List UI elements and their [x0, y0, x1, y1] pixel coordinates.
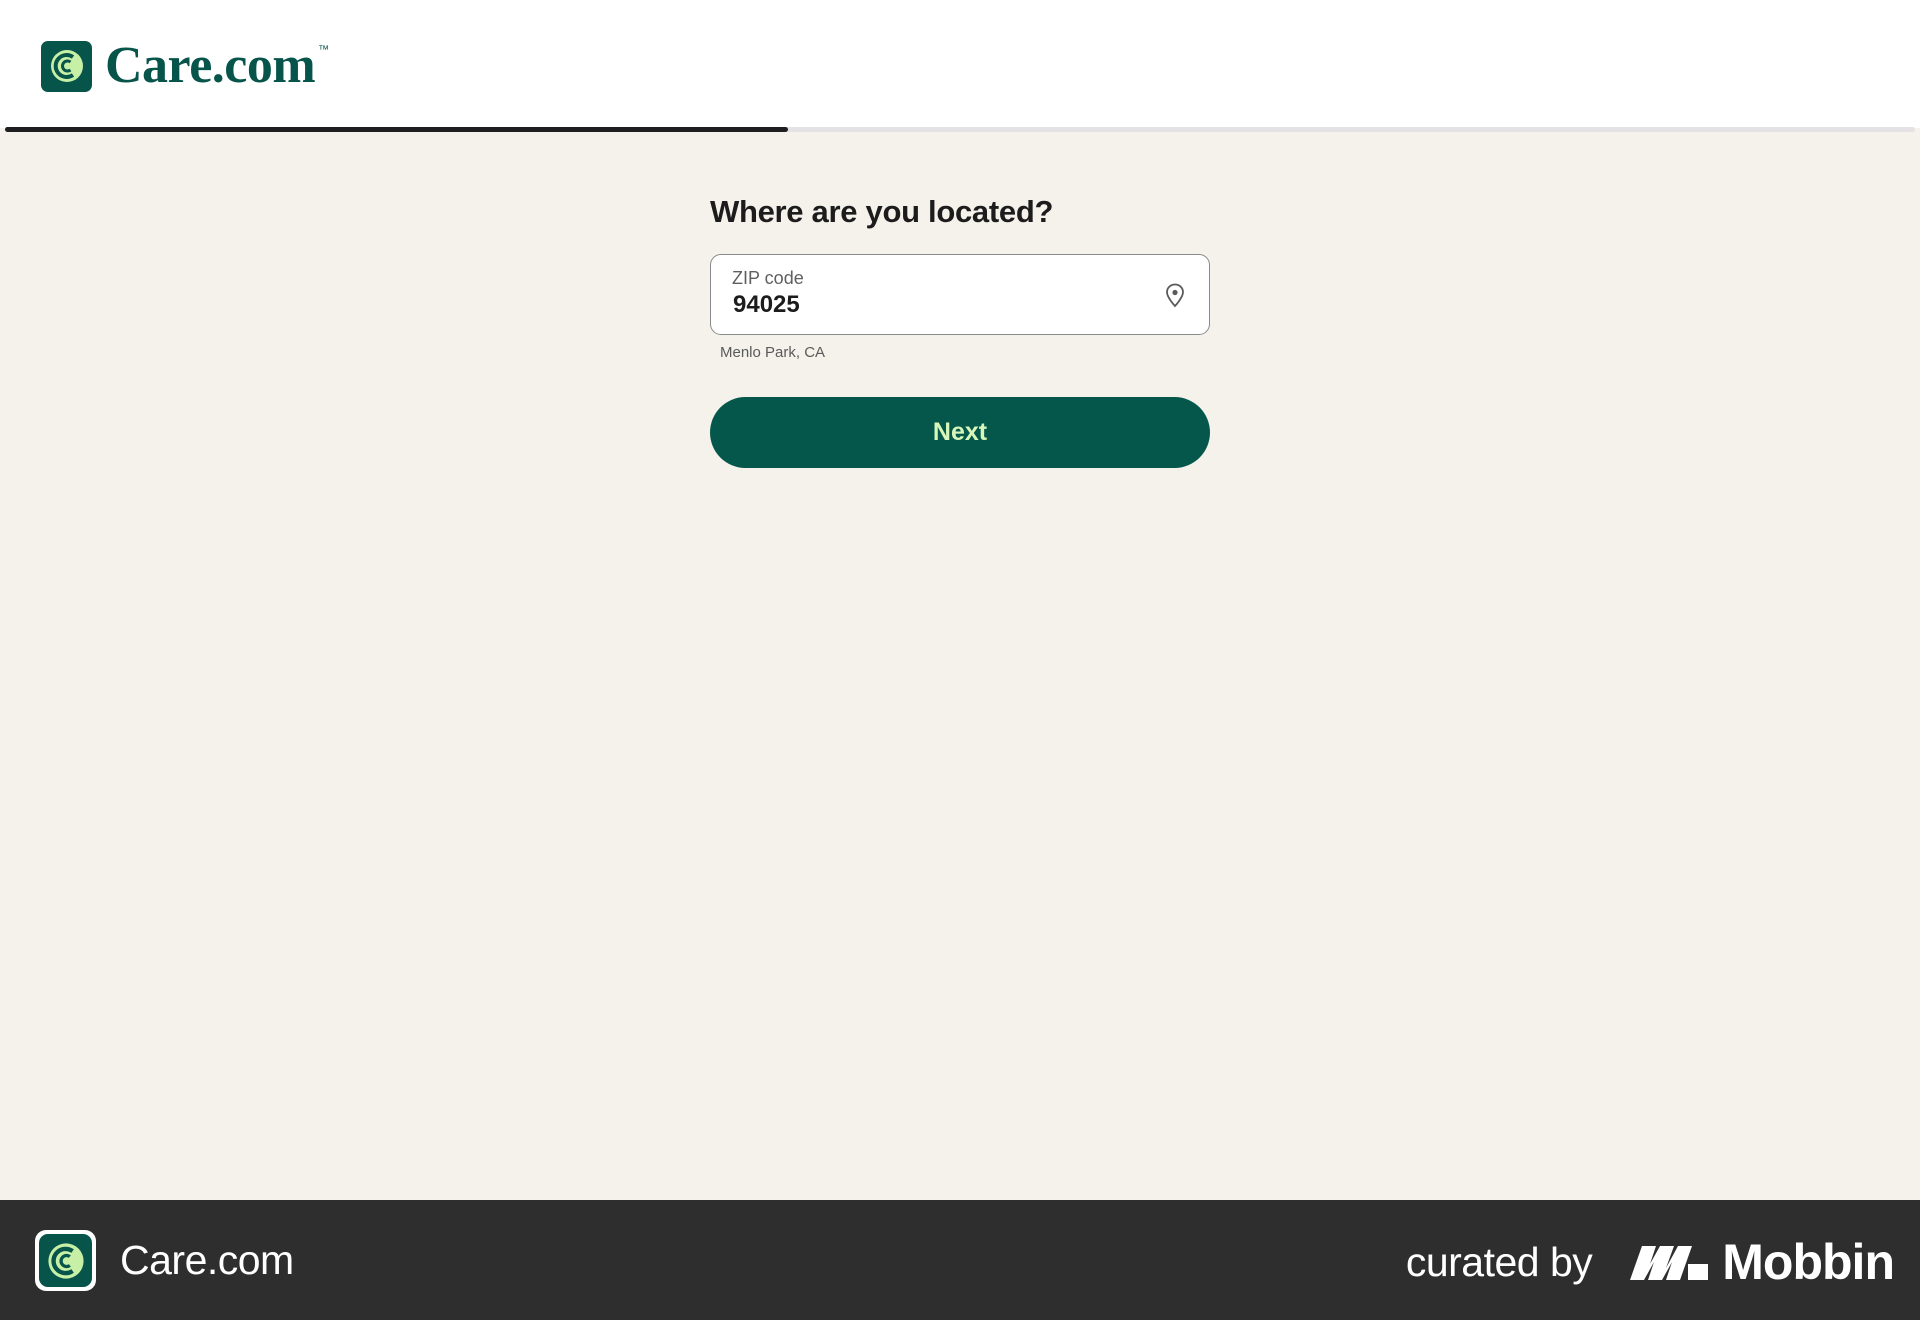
- map-pin-icon[interactable]: [1165, 283, 1185, 308]
- trademark-mark: ™: [318, 44, 330, 56]
- zip-code-input[interactable]: [733, 290, 1113, 320]
- care-logo[interactable]: Care.com ™: [41, 40, 329, 92]
- location-hint: Menlo Park, CA: [720, 344, 826, 361]
- footer-attribution: curated by Mobbin: [1405, 1233, 1895, 1291]
- progress-bar: [5, 127, 1915, 132]
- brand-name: Care.com: [105, 37, 316, 94]
- care-app-icon: [35, 1230, 96, 1291]
- zip-code-label: ZIP code: [732, 268, 804, 288]
- header: Care.com ™: [0, 0, 1920, 128]
- location-form: Where are you located? ZIP code Menlo Pa…: [710, 190, 1210, 468]
- mobbin-logo: Mobbin: [1628, 1233, 1895, 1291]
- progress-bar-fill: [5, 127, 789, 132]
- next-button[interactable]: Next: [710, 397, 1210, 468]
- footer-app-info: Care.com: [35, 1230, 294, 1291]
- footer-banner: Care.com curated by Mobbin: [0, 1200, 1920, 1320]
- mobbin-wordmark: Mobbin: [1722, 1234, 1895, 1290]
- zip-code-field[interactable]: ZIP code: [710, 254, 1210, 335]
- curated-by-label: curated by: [1405, 1238, 1593, 1285]
- page-title: Where are you located?: [710, 194, 1054, 229]
- footer-app-name: Care.com: [120, 1237, 294, 1283]
- care-logo-icon: [41, 40, 92, 92]
- mobbin-logo-icon: [1630, 1246, 1709, 1280]
